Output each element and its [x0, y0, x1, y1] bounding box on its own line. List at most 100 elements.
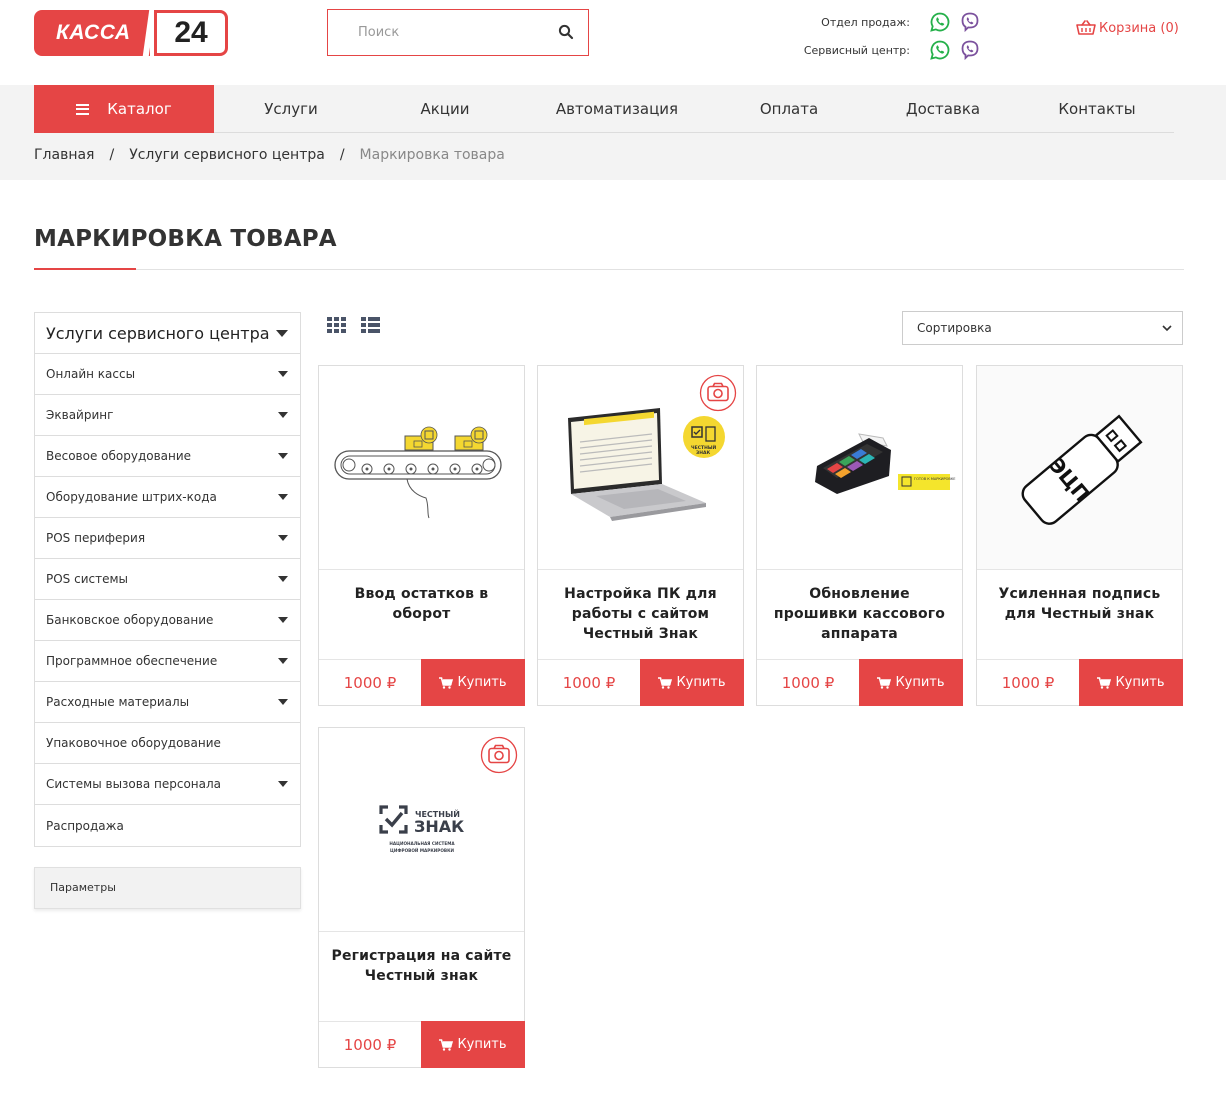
logo-kassa-text: КАССА	[34, 10, 150, 56]
sidebar-heading[interactable]: Услуги сервисного центра	[35, 313, 300, 354]
grid-view-icon[interactable]	[327, 317, 346, 333]
service-contact-row: Сервисный центр:	[780, 36, 980, 64]
viber-icon[interactable]	[960, 40, 980, 60]
whatsapp-icon[interactable]	[930, 12, 950, 32]
search-icon[interactable]	[558, 24, 574, 40]
sidebar-item-staff-call[interactable]: Системы вызова персонала	[35, 764, 300, 805]
product-footer: 1000 ₽ Купить	[757, 659, 963, 706]
sidebar-item-label: Эквайринг	[46, 408, 114, 422]
chevron-down-icon[interactable]	[278, 617, 288, 623]
chevron-down-icon[interactable]	[278, 494, 288, 500]
sales-contact-row: Отдел продаж:	[780, 8, 980, 36]
sort-select[interactable]: Сортировка	[902, 311, 1183, 345]
cart-link[interactable]: Корзина (0)	[1076, 20, 1179, 36]
product-card[interactable]: ЧЕСТНЫЙ ЗНАК НАЦИОНАЛЬНАЯ СИСТЕМА ЦИФРОВ…	[318, 727, 525, 1068]
divider	[538, 569, 743, 570]
sidebar-item-pos-peripherals[interactable]: POS периферия	[35, 518, 300, 559]
buy-button-label: Купить	[1115, 675, 1165, 690]
nav-item-promotions[interactable]: Акции	[368, 85, 522, 133]
chevron-down-icon[interactable]	[278, 576, 288, 582]
product-name[interactable]: Регистрация на сайте Честный знак	[329, 946, 514, 986]
chevron-down-icon[interactable]	[278, 412, 288, 418]
product-name[interactable]: Обновление прошивки кассового аппарата	[767, 584, 952, 644]
product-name[interactable]: Ввод остатков в оборот	[329, 584, 514, 624]
buy-button[interactable]: Купить	[421, 659, 525, 706]
chevron-down-icon[interactable]	[278, 781, 288, 787]
product-card[interactable]: ЭЦП Усиленная подпись для Честный знак 1…	[976, 365, 1183, 706]
image-text: ГОТОВ К МАРКИРОВКЕ	[914, 477, 955, 481]
logo-24-text: 24	[154, 10, 228, 56]
product-footer: 1000 ₽ Купить	[319, 1021, 525, 1068]
sidebar-item-label: Оборудование штрих-кода	[46, 490, 217, 504]
chevron-down-icon	[276, 329, 288, 337]
sidebar-item-barcode[interactable]: Оборудование штрих-кода	[35, 477, 300, 518]
catalog-button[interactable]: Каталог	[34, 85, 214, 133]
sidebar-item-online-kassy[interactable]: Онлайн кассы	[35, 354, 300, 395]
breadcrumb-home[interactable]: Главная	[34, 147, 94, 163]
chevron-down-icon[interactable]	[278, 453, 288, 459]
product-card[interactable]: ЧЕСТНЫЙ ЗНАК Настройка ПК для работы с с…	[537, 365, 744, 706]
sidebar-item-label: Системы вызова персонала	[46, 777, 222, 791]
buy-button[interactable]: Купить	[859, 659, 963, 706]
pos-terminal-illustration: ГОТОВ К МАРКИРОВКЕ	[815, 433, 955, 494]
contacts-block: Отдел продаж: Сервисный центр:	[780, 8, 980, 64]
sidebar-item-label: Банковское оборудование	[46, 613, 214, 627]
nav-item-payment[interactable]: Оплата	[712, 85, 866, 133]
sidebar-item-pos-systems[interactable]: POS системы	[35, 559, 300, 600]
product-name[interactable]: Усиленная подпись для Честный знак	[987, 584, 1172, 624]
nav-bar: Каталог Услуги Акции Автоматизация Оплат…	[0, 85, 1226, 180]
product-price: 1000 ₽	[1001, 674, 1055, 692]
product-image[interactable]: ЭЦП	[977, 366, 1182, 569]
buy-button[interactable]: Купить	[421, 1021, 525, 1068]
product-price: 1000 ₽	[343, 1036, 397, 1054]
chevron-down-icon[interactable]	[278, 371, 288, 377]
buy-button[interactable]: Купить	[1079, 659, 1183, 706]
catalog-label: Каталог	[107, 100, 172, 118]
sidebar-item-consumables[interactable]: Расходные материалы	[35, 682, 300, 723]
viber-icon[interactable]	[960, 12, 980, 32]
conveyor-illustration	[334, 426, 502, 519]
camera-icon	[480, 736, 518, 774]
nav-item-contacts[interactable]: Контакты	[1020, 85, 1174, 133]
product-image[interactable]: ГОТОВ К МАРКИРОВКЕ	[757, 366, 962, 569]
buy-button[interactable]: Купить	[640, 659, 744, 706]
search-input[interactable]	[328, 10, 528, 55]
breadcrumb-service-center[interactable]: Услуги сервисного центра	[129, 147, 325, 163]
image-text: ЗНАК	[414, 817, 464, 836]
chevron-down-icon	[1162, 324, 1172, 331]
nav-item-services[interactable]: Услуги	[214, 85, 368, 133]
divider	[977, 569, 1182, 570]
product-card[interactable]: ГОТОВ К МАРКИРОВКЕ Обновление прошивки к…	[756, 365, 963, 706]
sidebar-item-acquiring[interactable]: Эквайринг	[35, 395, 300, 436]
cart-icon	[439, 676, 454, 689]
cart-icon	[658, 676, 673, 689]
sidebar-item-label: Программное обеспечение	[46, 654, 218, 668]
buy-button-label: Купить	[895, 675, 945, 690]
list-view-icon[interactable]	[361, 317, 380, 333]
site-logo[interactable]: КАССА 24	[34, 10, 228, 56]
sidebar-item-software[interactable]: Программное обеспечение	[35, 641, 300, 682]
chevron-down-icon[interactable]	[278, 658, 288, 664]
buy-button-label: Купить	[676, 675, 726, 690]
sidebar-item-label: Весовое оборудование	[46, 449, 192, 463]
product-name[interactable]: Настройка ПК для работы с сайтом Честный…	[548, 584, 733, 644]
sidebar-item-packaging[interactable]: Упаковочное оборудование	[35, 723, 300, 764]
image-text: НАЦИОНАЛЬНАЯ СИСТЕМА	[389, 841, 455, 846]
product-card[interactable]: Ввод остатков в оборот 1000 ₽ Купить	[318, 365, 525, 706]
sidebar-item-sale[interactable]: Распродажа	[35, 805, 300, 846]
chevron-down-icon[interactable]	[278, 699, 288, 705]
nav-item-delivery[interactable]: Доставка	[866, 85, 1020, 133]
params-toggle[interactable]: Параметры	[34, 867, 301, 909]
cart-label: Корзина (0)	[1099, 20, 1179, 36]
sidebar-item-bank-equipment[interactable]: Банковское оборудование	[35, 600, 300, 641]
chevron-down-icon[interactable]	[278, 535, 288, 541]
cart-icon	[439, 1038, 454, 1051]
sidebar-item-scales[interactable]: Весовое оборудование	[35, 436, 300, 477]
product-image[interactable]	[319, 366, 524, 569]
divider	[319, 569, 524, 570]
nav-item-automation[interactable]: Автоматизация	[522, 85, 712, 133]
sidebar-heading-label: Услуги сервисного центра	[46, 323, 270, 343]
camera-icon	[699, 374, 737, 412]
sidebar-item-label: Упаковочное оборудование	[46, 736, 221, 750]
whatsapp-icon[interactable]	[930, 40, 950, 60]
